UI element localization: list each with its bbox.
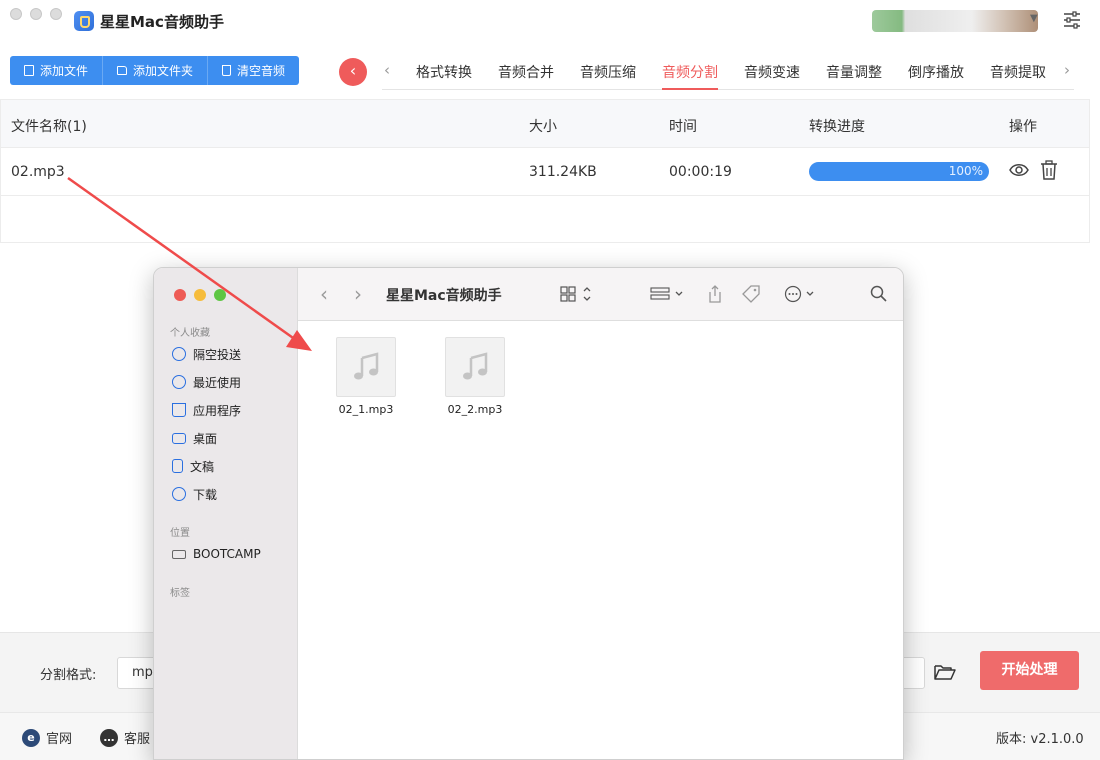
toolbar-button-group: 添加文件 添加文件夹 清空音频 xyxy=(10,56,300,85)
progress-label: 100% xyxy=(948,164,983,178)
file-icon xyxy=(24,65,34,76)
audio-file-icon xyxy=(445,337,505,397)
document-icon xyxy=(172,459,183,473)
locations-section-label: 位置 xyxy=(170,528,190,539)
header-actions: 操作 xyxy=(1009,119,1037,135)
sidebar-item-bootcamp[interactable]: BOOTCAMP xyxy=(172,544,261,564)
add-file-button[interactable]: 添加文件 xyxy=(10,56,104,85)
tab-audio-compress[interactable]: 音频压缩 xyxy=(580,62,636,90)
function-tabs: ‹ 格式转换 音频合并 音频压缩 音频分割 音频变速 音量调整 倒序播放 音频提… xyxy=(382,54,1074,90)
tags-section-label: 标签 xyxy=(170,588,190,599)
header-progress: 转换进度 xyxy=(809,119,865,135)
tab-audio-merge[interactable]: 音频合并 xyxy=(498,62,554,90)
title-bar: 星星Mac音频助手 ▼ xyxy=(0,0,1100,42)
file-table: 文件名称(1) 大小 时间 转换进度 操作 02.mp3 311.24KB 00… xyxy=(0,99,1090,243)
finder-close-button[interactable] xyxy=(174,289,186,301)
tabs-scroll-right-icon[interactable]: › xyxy=(1064,61,1070,79)
sidebar-item-applications[interactable]: 应用程序 xyxy=(172,400,241,420)
folder-icon xyxy=(117,66,128,75)
tab-audio-split[interactable]: 音频分割 xyxy=(662,62,718,90)
file-name: 02_2.mp3 xyxy=(447,403,503,416)
table-row[interactable]: 02.mp3 311.24KB 00:00:19 100% xyxy=(1,148,1089,196)
finder-zoom-button[interactable] xyxy=(214,289,226,301)
finder-content: 02_1.mp3 02_2.mp3 xyxy=(298,321,903,759)
sidebar-item-airdrop[interactable]: 隔空投送 xyxy=(172,344,241,364)
tab-reverse-play[interactable]: 倒序播放 xyxy=(908,62,964,90)
window-minimize-button[interactable] xyxy=(30,8,42,20)
header-file-name: 文件名称(1) xyxy=(11,119,87,135)
clock-icon xyxy=(172,375,186,389)
progress-bar: 100% xyxy=(809,162,989,181)
row-file-name: 02.mp3 xyxy=(11,164,65,180)
chevron-down-icon[interactable]: ▼ xyxy=(1030,13,1038,24)
tab-volume-adjust[interactable]: 音量调整 xyxy=(826,62,882,90)
trash-icon xyxy=(222,65,232,76)
app-logo-icon xyxy=(74,11,94,31)
icon-view-toggle-icon[interactable] xyxy=(560,285,594,303)
audio-file-icon xyxy=(336,337,396,397)
user-avatar[interactable] xyxy=(872,10,1038,32)
support-link[interactable]: … 客服 xyxy=(100,728,150,747)
sidebar-item-desktop[interactable]: 桌面 xyxy=(172,428,217,448)
app-title: 星星Mac音频助手 xyxy=(100,13,224,31)
finder-minimize-button[interactable] xyxy=(194,289,206,301)
eye-icon[interactable] xyxy=(1009,162,1029,178)
clear-audio-button[interactable]: 清空音频 xyxy=(208,56,300,85)
header-size: 大小 xyxy=(529,119,557,135)
settings-sliders-icon[interactable] xyxy=(1063,11,1081,29)
delete-icon[interactable] xyxy=(1040,160,1058,180)
more-actions-icon[interactable] xyxy=(784,285,820,303)
group-view-icon[interactable] xyxy=(650,285,686,303)
applications-icon xyxy=(172,403,186,417)
tab-audio-extract[interactable]: 音频提取 xyxy=(990,62,1046,90)
row-size: 311.24KB xyxy=(529,164,597,180)
sidebar-item-downloads[interactable]: 下载 xyxy=(172,484,217,504)
table-header: 文件名称(1) 大小 时间 转换进度 操作 xyxy=(1,100,1089,148)
collapse-back-button[interactable]: ‹ xyxy=(339,58,367,86)
finder-window[interactable]: 个人收藏 隔空投送 最近使用 应用程序 桌面 文稿 下载 位置 BOOTCAMP… xyxy=(153,267,904,760)
file-name: 02_1.mp3 xyxy=(338,403,394,416)
browser-icon: e xyxy=(22,728,40,747)
drive-icon xyxy=(172,549,186,559)
version-label: 版本: v2.1.0.0 xyxy=(996,732,1084,747)
file-item-02_1[interactable]: 02_1.mp3 xyxy=(326,337,406,416)
finder-sidebar: 个人收藏 隔空投送 最近使用 应用程序 桌面 文稿 下载 位置 BOOTCAMP… xyxy=(154,268,298,759)
sidebar-item-recents[interactable]: 最近使用 xyxy=(172,372,241,392)
row-time: 00:00:19 xyxy=(669,164,732,180)
favorites-section-label: 个人收藏 xyxy=(170,328,210,339)
add-folder-button[interactable]: 添加文件夹 xyxy=(103,56,209,85)
window-close-button[interactable] xyxy=(10,8,22,20)
search-icon[interactable] xyxy=(870,285,888,303)
open-folder-icon[interactable] xyxy=(934,663,956,681)
desktop-icon xyxy=(172,432,186,444)
tabs-scroll-left-icon[interactable]: ‹ xyxy=(384,61,390,79)
header-time: 时间 xyxy=(669,119,697,135)
website-link[interactable]: e 官网 xyxy=(22,728,72,747)
split-format-label: 分割格式: xyxy=(40,668,97,683)
finder-window-title: 星星Mac音频助手 xyxy=(386,288,502,304)
airdrop-icon xyxy=(172,347,186,361)
back-icon[interactable]: ‹ xyxy=(320,282,328,306)
tab-format-convert[interactable]: 格式转换 xyxy=(416,62,472,90)
chat-icon: … xyxy=(100,728,118,747)
start-process-button[interactable]: 开始处理 xyxy=(980,651,1079,690)
window-zoom-button[interactable] xyxy=(50,8,62,20)
file-item-02_2[interactable]: 02_2.mp3 xyxy=(435,337,515,416)
tab-audio-speed[interactable]: 音频变速 xyxy=(744,62,800,90)
share-icon[interactable] xyxy=(706,285,724,303)
finder-toolbar: ‹ › 星星Mac音频助手 xyxy=(298,268,903,321)
sidebar-item-documents[interactable]: 文稿 xyxy=(172,456,214,476)
download-icon xyxy=(172,487,186,501)
tag-icon[interactable] xyxy=(742,285,760,303)
forward-icon[interactable]: › xyxy=(354,282,362,306)
